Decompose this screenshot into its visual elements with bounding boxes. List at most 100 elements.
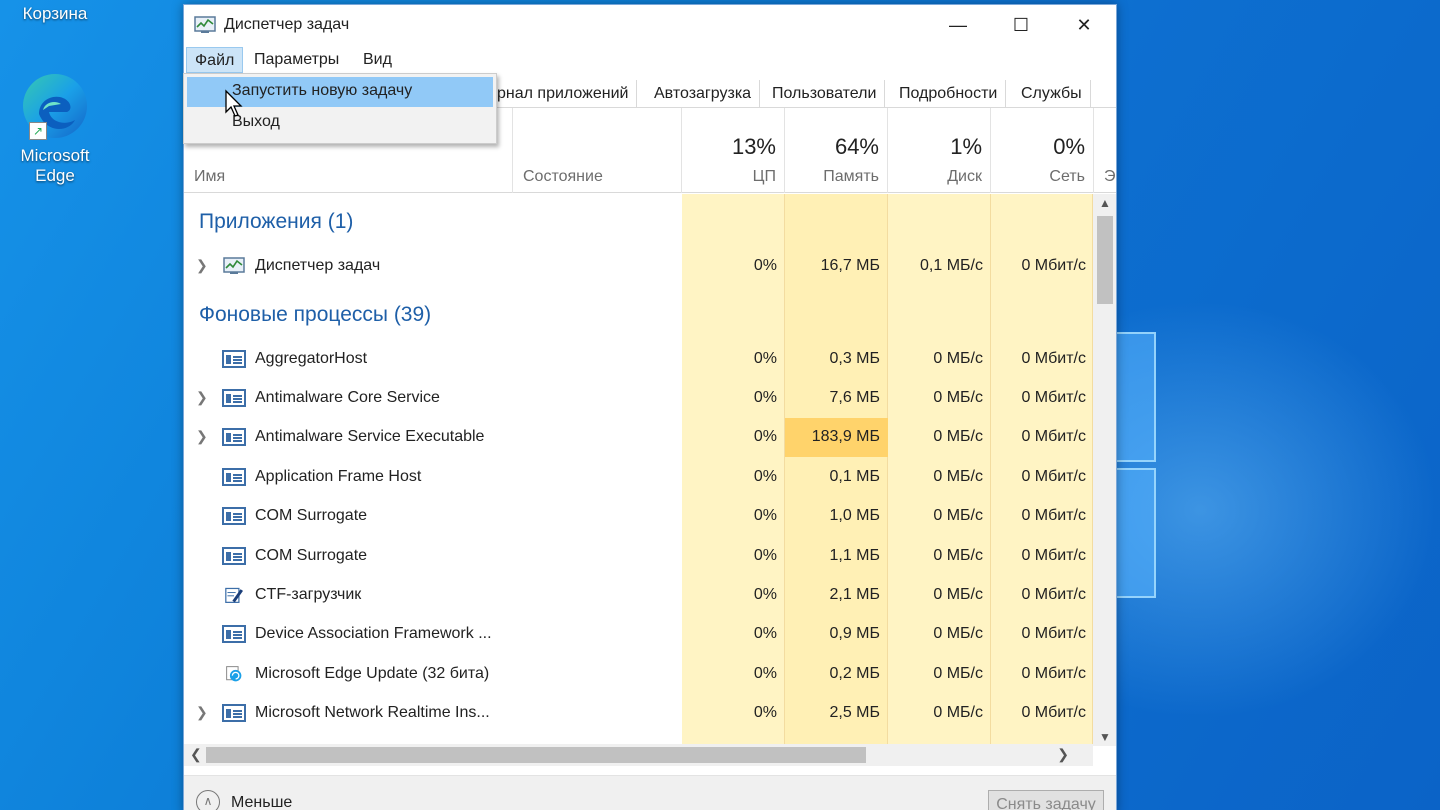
mouse-cursor-icon: [225, 89, 243, 117]
cpu-value: 0%: [753, 257, 777, 274]
edge-label-line1: Microsoft: [20, 146, 90, 165]
menu-file[interactable]: Файл: [186, 47, 244, 73]
tab-details[interactable]: Подробности: [891, 80, 1007, 108]
table-row[interactable]: AggregatorHost 0% 0,3 МБ 0 МБ/с 0 Мбит/с: [184, 340, 1093, 379]
disk-value: 0 МБ/с: [933, 547, 983, 564]
tab-app-history[interactable]: рнал приложений: [489, 80, 638, 108]
column-extra[interactable]: Э: [1094, 108, 1116, 193]
process-window-icon: [222, 468, 246, 486]
chevron-right-icon[interactable]: ❯: [196, 257, 208, 274]
ctf-pen-icon: [225, 587, 243, 603]
vertical-scroll-thumb[interactable]: [1097, 216, 1113, 304]
column-state[interactable]: Состояние: [513, 108, 682, 193]
edge-label-line2: Edge: [35, 166, 75, 185]
table-row[interactable]: COM Surrogate 0% 1,1 МБ 0 МБ/с 0 Мбит/с: [184, 537, 1093, 576]
group-header-apps[interactable]: Приложения (1): [199, 210, 353, 234]
horizontal-scrollbar[interactable]: ❮ ❯: [184, 744, 1093, 766]
table-row[interactable]: ❯ Antimalware Service Executable 0% 183,…: [184, 418, 1093, 457]
network-value: 0 Мбит/с: [1021, 704, 1086, 721]
maximize-button[interactable]: ☐: [989, 5, 1053, 45]
table-row[interactable]: CTF-загрузчик 0% 2,1 МБ 0 МБ/с 0 Мбит/с: [184, 576, 1093, 615]
disk-value: 0 МБ/с: [933, 704, 983, 721]
tab-services[interactable]: Службы: [1013, 80, 1091, 108]
horizontal-scroll-thumb[interactable]: [206, 747, 866, 763]
cpu-label: ЦП: [752, 168, 776, 185]
process-window-icon: [222, 507, 246, 525]
chevron-up-circle-icon[interactable]: ∧: [196, 790, 220, 810]
process-name: AggregatorHost: [255, 350, 368, 367]
column-name-label: Имя: [194, 168, 226, 185]
network-value: 0 Мбит/с: [1021, 665, 1086, 682]
close-icon: ✕: [1076, 14, 1092, 35]
table-row[interactable]: ❯ Microsoft Network Realtime Ins... 0% 2…: [184, 694, 1093, 733]
scroll-up-icon[interactable]: ▲: [1099, 196, 1111, 210]
memory-total: 64%: [834, 134, 879, 159]
memory-value: 16,7 МБ: [820, 257, 880, 274]
table-row[interactable]: ❯ Диспетчер задач 0% 16,7 МБ 0,1 МБ/с 0 …: [184, 247, 1093, 286]
edge-update-icon: [226, 666, 242, 682]
column-state-label: Состояние: [523, 168, 603, 185]
disk-label: Диск: [947, 168, 982, 185]
network-value: 0 Мбит/с: [1021, 547, 1086, 564]
menu-bar: Файл Параметры Вид: [184, 45, 1116, 75]
process-name: COM Surrogate: [255, 507, 368, 524]
task-manager-icon: [194, 16, 216, 33]
process-name: COM Surrogate: [255, 547, 368, 564]
memory-value: 1,0 МБ: [829, 507, 880, 524]
cpu-value: 0%: [753, 350, 777, 367]
column-memory[interactable]: 64% Память: [785, 108, 888, 193]
memory-value: 2,5 МБ: [829, 704, 880, 721]
memory-value: 0,1 МБ: [829, 468, 880, 485]
memory-value: 0,9 МБ: [829, 625, 880, 642]
disk-value: 0 МБ/с: [933, 625, 983, 642]
end-task-button[interactable]: Снять задачу: [988, 790, 1104, 810]
scroll-down-icon[interactable]: ▼: [1099, 730, 1111, 744]
network-value: 0 Мбит/с: [1021, 625, 1086, 642]
network-value: 0 Мбит/с: [1021, 257, 1086, 274]
tab-startup[interactable]: Автозагрузка: [646, 80, 761, 108]
cpu-total: 13%: [731, 134, 776, 159]
tab-users[interactable]: Пользователи: [764, 80, 886, 108]
edge-icon: ↗: [19, 70, 91, 142]
cpu-value: 0%: [753, 625, 777, 642]
scroll-right-icon[interactable]: ❯: [1057, 746, 1069, 763]
memory-value: 183,9 МБ: [811, 428, 880, 445]
fewer-details-link[interactable]: Меньше: [231, 794, 292, 810]
disk-value: 0,1 МБ/с: [920, 257, 983, 274]
desktop-icon-edge[interactable]: ↗ Microsoft Edge: [10, 70, 100, 186]
table-row[interactable]: COM Surrogate 0% 1,0 МБ 0 МБ/с 0 Мбит/с: [184, 497, 1093, 536]
scroll-left-icon[interactable]: ❮: [190, 746, 202, 763]
menu-view[interactable]: Вид: [355, 47, 400, 73]
memory-value: 0,3 МБ: [829, 350, 880, 367]
table-row[interactable]: Application Frame Host 0% 0,1 МБ 0 МБ/с …: [184, 458, 1093, 497]
cpu-value: 0%: [753, 468, 777, 485]
column-cpu[interactable]: 13% ЦП: [682, 108, 785, 193]
table-row[interactable]: Microsoft Edge Update (32 бита) 0% 0,2 М…: [184, 655, 1093, 694]
group-header-background[interactable]: Фоновые процессы (39): [199, 303, 431, 327]
network-value: 0 Мбит/с: [1021, 507, 1086, 524]
process-grid: Имя Состояние 13% ЦП 64% Память 1% Диск …: [184, 108, 1116, 746]
minimize-button[interactable]: —: [926, 5, 990, 45]
chevron-right-icon[interactable]: ❯: [196, 428, 208, 445]
column-disk[interactable]: 1% Диск: [888, 108, 991, 193]
memory-value: 1,1 МБ: [829, 547, 880, 564]
chevron-right-icon[interactable]: ❯: [196, 704, 208, 721]
disk-value: 0 МБ/с: [933, 428, 983, 445]
network-value: 0 Мбит/с: [1021, 350, 1086, 367]
disk-value: 0 МБ/с: [933, 468, 983, 485]
task-manager-icon: [223, 257, 245, 274]
table-row[interactable]: ❯ Antimalware Core Service 0% 7,6 МБ 0 М…: [184, 379, 1093, 418]
footer-bar: ∧ Меньше Снять задачу: [184, 775, 1116, 810]
disk-value: 0 МБ/с: [933, 350, 983, 367]
column-network[interactable]: 0% Сеть: [991, 108, 1094, 193]
chevron-right-icon[interactable]: ❯: [196, 389, 208, 406]
title-bar[interactable]: Диспетчер задач — ☐ ✕: [184, 5, 1116, 45]
vertical-scrollbar[interactable]: ▲ ▼: [1093, 194, 1116, 746]
table-row[interactable]: Device Association Framework ... 0% 0,9 …: [184, 615, 1093, 654]
process-window-icon: [222, 389, 246, 407]
desktop-icon-recycle-bin[interactable]: Корзина: [10, 4, 100, 24]
menu-params[interactable]: Параметры: [246, 47, 347, 73]
network-label: Сеть: [1049, 168, 1085, 185]
process-name: Диспетчер задач: [255, 257, 381, 274]
close-button[interactable]: ✕: [1052, 5, 1116, 45]
